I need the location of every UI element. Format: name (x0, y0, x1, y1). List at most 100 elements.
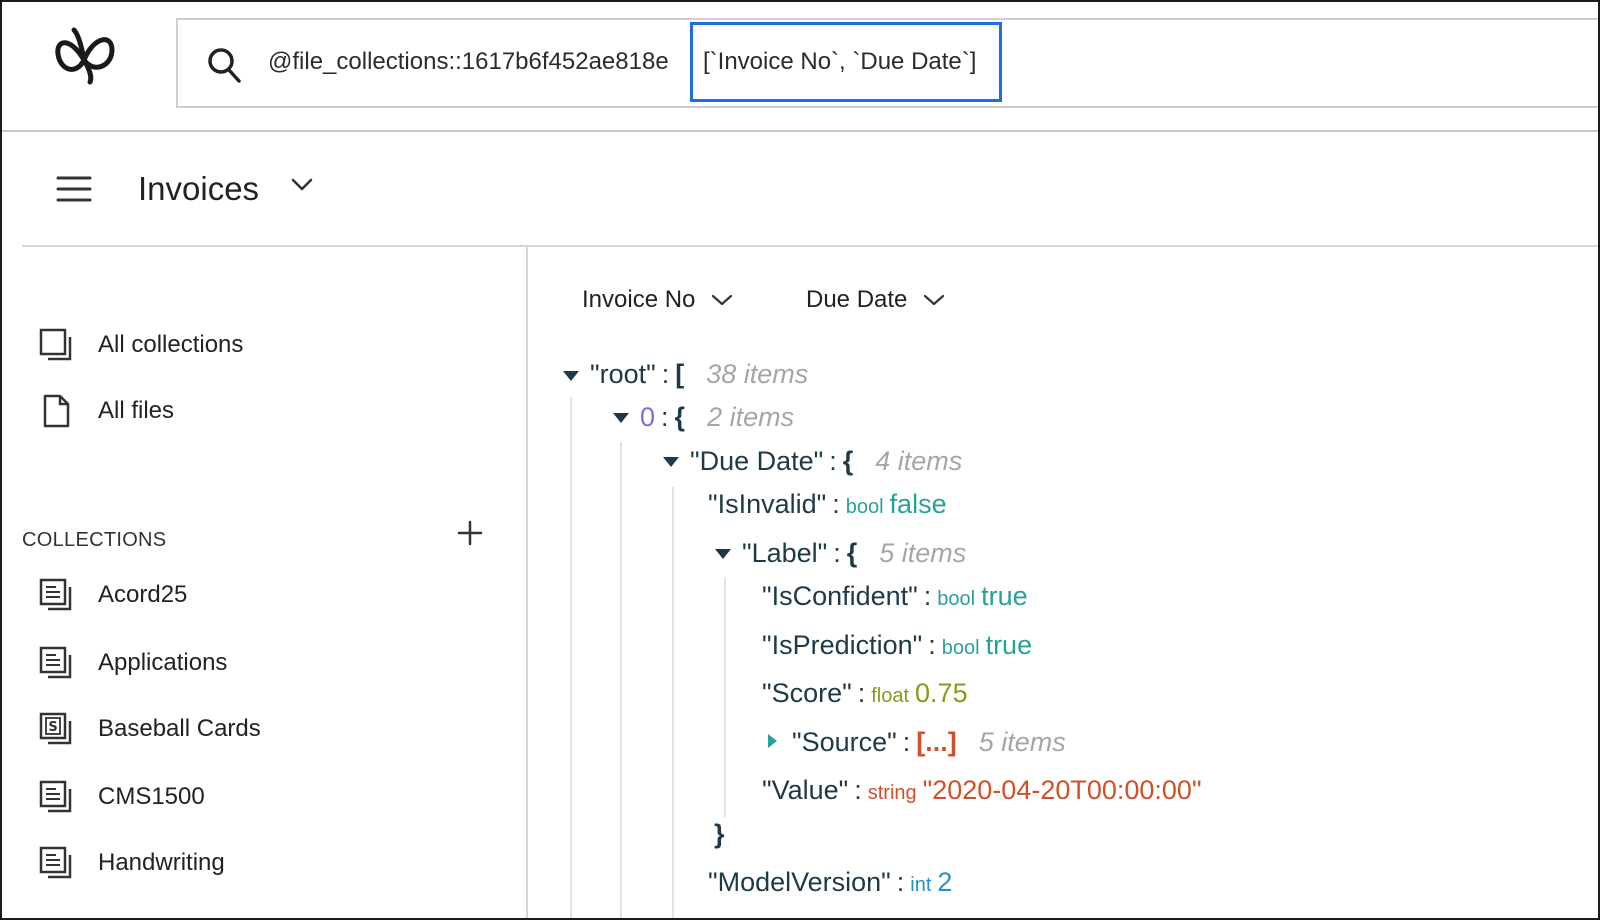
sidebar-item-baseball-cards[interactable]: S Baseball Cards (38, 709, 261, 749)
value-type: int (910, 874, 932, 896)
sidebar-item-label: Handwriting (98, 849, 225, 876)
colon: : (928, 630, 936, 660)
open-bracket: [ (675, 359, 685, 389)
tree-node-due-date[interactable]: "Due Date" : { 4 items (690, 446, 962, 477)
value-type: bool (937, 588, 976, 610)
tree-node-modelversion[interactable]: "ModelVersion" : int 2 (708, 867, 952, 898)
tree-key: "ModelVersion" (708, 867, 891, 897)
json-tree-viewer: "root" : [ 38 items 0 : { 2 items "Due D… (530, 247, 1598, 918)
open-brace: { (842, 446, 854, 476)
item-count: 2 items (707, 402, 795, 432)
file-icon (38, 393, 74, 429)
hamburger-menu-icon[interactable] (56, 174, 92, 204)
value-type: string (867, 782, 917, 804)
document-icon (38, 577, 74, 613)
svg-text:S: S (48, 720, 57, 735)
colon: : (857, 678, 866, 708)
sidebar-item-label: CMS1500 (98, 783, 205, 810)
tree-value[interactable]: "2020-04-20T00:00:00" (923, 775, 1202, 806)
tree-node-value[interactable]: "Value" : string "2020-04-20T00:00:00" (762, 775, 1202, 806)
tree-node-index-0[interactable]: 0 : { 2 items (640, 402, 794, 433)
tree-key: "Due Date" (690, 446, 824, 476)
colon: : (661, 359, 670, 389)
app-logo-icon[interactable] (50, 26, 118, 86)
sidebar-item-all-collections[interactable]: All collections (38, 325, 243, 365)
tree-key: "root" (590, 359, 656, 389)
tree-node-isconfident[interactable]: "IsConfident" : bool true (762, 581, 1028, 612)
collections-icon (38, 327, 74, 363)
tree-guide-line (570, 397, 572, 918)
caret-down-icon[interactable] (662, 455, 680, 469)
caret-down-icon[interactable] (612, 411, 630, 425)
collections-section-label: COLLECTIONS (22, 529, 167, 551)
tree-guide-line (620, 442, 622, 918)
query-search-bar[interactable]: @file_collections::1617b6f452ae818e [`In… (176, 18, 1598, 108)
tree-node-root[interactable]: "root" : [ 38 items (590, 359, 808, 390)
value-type: float (871, 685, 910, 707)
open-brace: { (846, 538, 858, 568)
sidebar-item-label: Baseball Cards (98, 715, 261, 742)
top-bar: @file_collections::1617b6f452ae818e [`In… (2, 2, 1598, 132)
item-count: 4 items (875, 446, 963, 476)
colon: : (902, 727, 911, 757)
tree-value[interactable]: true (981, 581, 1028, 612)
main-panel: Invoice No Due Date "root" : [ 38 items … (530, 247, 1598, 918)
tree-key: "IsConfident" (762, 581, 918, 611)
document-icon (38, 779, 74, 815)
add-collection-icon[interactable] (456, 519, 484, 547)
chevron-down-icon[interactable] (290, 176, 314, 194)
colon: : (832, 489, 840, 519)
search-scope-prefix[interactable]: @file_collections::1617b6f452ae818e (268, 48, 669, 76)
search-icon (206, 46, 242, 84)
tree-node-source[interactable]: "Source" : [...] 5 items (792, 727, 1066, 758)
collapsed-array[interactable]: [...] (916, 727, 957, 758)
tree-index: 0 (640, 402, 656, 432)
sidebar-item-applications[interactable]: Applications (38, 643, 227, 683)
colon: : (854, 775, 862, 805)
tree-key: "Source" (792, 727, 897, 757)
tree-key: "Value" (762, 775, 849, 805)
tree-value[interactable]: 0.75 (915, 678, 968, 709)
sidebar-item-handwriting[interactable]: Handwriting (38, 843, 225, 883)
tree-value[interactable]: false (890, 489, 947, 520)
tree-guide-line (724, 577, 726, 817)
document-icon (38, 645, 74, 681)
close-brace-label: } (714, 819, 725, 850)
sidebar-item-label: Applications (98, 649, 228, 676)
close-brace: } (714, 819, 725, 849)
tree-key: "Score" (762, 678, 852, 708)
tree-node-score[interactable]: "Score" : float 0.75 (762, 678, 968, 709)
colon: : (661, 402, 669, 432)
page-header: Invoices (22, 132, 1598, 247)
value-type: bool (941, 637, 980, 659)
caret-down-icon[interactable] (562, 369, 580, 383)
sidebar-item-label: All collections (98, 331, 244, 358)
sidebar-item-label: Acord25 (98, 581, 188, 608)
colon: : (833, 538, 841, 568)
search-query-input[interactable]: [`Invoice No`, `Due Date`] (690, 22, 1002, 102)
tree-value[interactable]: 2 (937, 867, 952, 898)
sample-document-icon: S (38, 711, 74, 747)
value-type: bool (845, 496, 884, 518)
page-title: Invoices (138, 170, 260, 207)
colon: : (896, 867, 905, 897)
sidebar-item-cms1500[interactable]: CMS1500 (38, 777, 205, 817)
tree-key: "IsPrediction" (762, 630, 923, 660)
sidebar-item-all-files[interactable]: All files (38, 391, 174, 431)
tree-node-isinvalid[interactable]: "IsInvalid" : bool false (708, 489, 947, 520)
caret-down-icon[interactable] (714, 547, 732, 561)
tree-key: "Label" (742, 538, 828, 568)
sidebar-item-label: All files (98, 397, 175, 424)
caret-right-icon[interactable] (766, 733, 778, 749)
tree-node-label[interactable]: "Label" : { 5 items (742, 538, 966, 569)
document-icon (38, 845, 74, 881)
tree-node-isprediction[interactable]: "IsPrediction" : bool true (762, 630, 1032, 661)
tree-key: "IsInvalid" (708, 489, 827, 519)
colon: : (829, 446, 837, 476)
sidebar-item-acord25[interactable]: Acord25 (38, 575, 187, 615)
tree-value[interactable]: true (986, 630, 1033, 661)
tree-guide-line (672, 487, 674, 918)
item-count: 5 items (978, 727, 1066, 757)
item-count: 38 items (706, 359, 809, 389)
open-brace: { (674, 402, 686, 432)
